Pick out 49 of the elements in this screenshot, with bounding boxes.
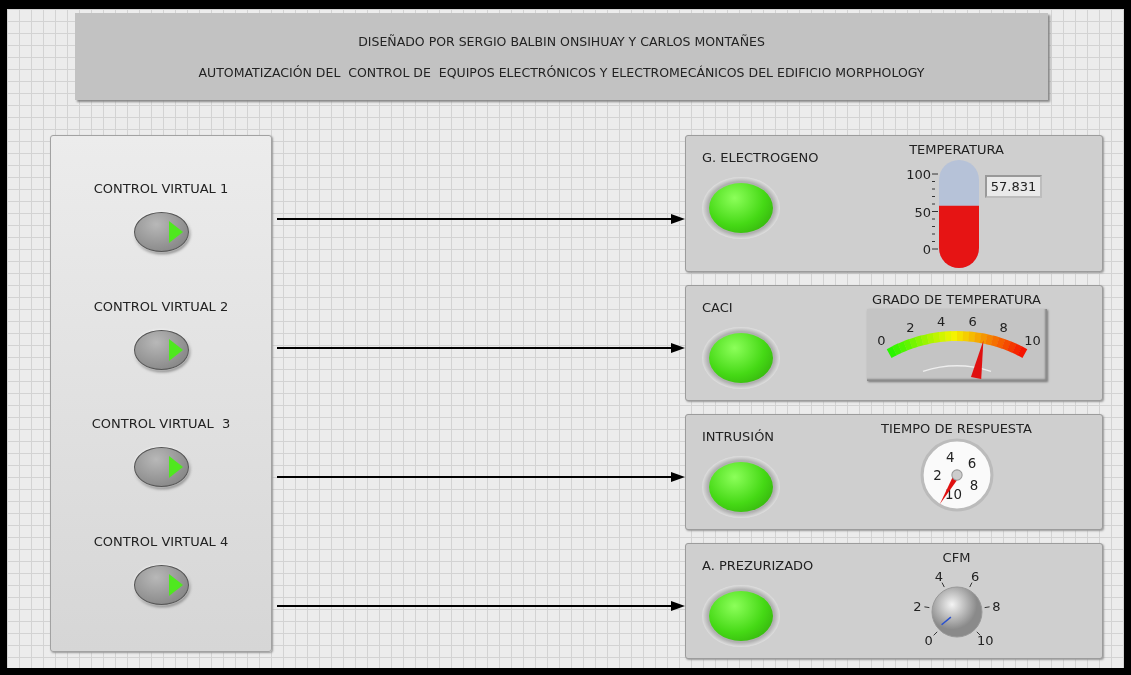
gauge-needle (970, 340, 983, 379)
scale-label: 6 (968, 313, 977, 329)
scale-label: 2 (912, 598, 922, 614)
indicator-title: TEMPERATURA (909, 142, 1004, 157)
banner-text: AUTOMATIZACIÓN DEL CONTROL DE EQUIPOS ELECTRÓNICOS Y ELECTROMECÁNICOS DEL EDIFICIO MORPHOLOGY (198, 64, 925, 80)
scale-label: 0 (924, 633, 933, 649)
scale-label: 0 (876, 332, 885, 348)
control-label: CONTROL VIRTUAL 3 (91, 416, 231, 431)
indicator-label: G. ELECTROGENO (702, 150, 819, 165)
scale-label: 10 (1023, 332, 1041, 348)
indicator-title: GRADO DE TEMPERATURA (872, 292, 1041, 307)
indicator-label: INTRUSIÓN (702, 429, 775, 444)
scale-label: 10 (976, 633, 994, 649)
scale-label: 8 (999, 320, 1008, 336)
toggle-button[interactable] (133, 447, 189, 487)
knob[interactable] (931, 586, 982, 638)
toggle-button[interactable] (133, 212, 189, 252)
temperature-readout: 57.831 (984, 175, 1043, 198)
scale-arc (921, 365, 992, 373)
scale-label: 100 (905, 167, 931, 182)
indicator-title: CFM (942, 550, 971, 565)
toggle-button[interactable] (133, 564, 189, 605)
scale-tick (941, 582, 945, 588)
control-label: CONTROL VIRTUAL 2 (93, 298, 229, 314)
scale-label: 2 (905, 320, 914, 336)
toggle-button[interactable] (133, 329, 189, 370)
scale-tick (975, 631, 981, 636)
scale-label: 50 (914, 204, 931, 220)
scale-label: 0 (922, 242, 931, 257)
scale-label: 6 (967, 455, 976, 471)
scale-tick (932, 631, 938, 636)
scale-label: 6 (970, 569, 979, 585)
scale-tick (923, 606, 930, 609)
scale-tick (968, 582, 972, 588)
scale-label: 4 (945, 449, 955, 465)
dial-hub (950, 469, 963, 481)
knob-marker (940, 616, 952, 626)
scale-label: 8 (991, 598, 1001, 614)
scale-label: 4 (936, 313, 945, 329)
control-label: CONTROL VIRTUAL 4 (93, 533, 229, 549)
banner-text: DISEÑADO POR SERGIO BALBIN ONSIHUAY Y CARLOS MONTAÑES (358, 33, 765, 49)
scale-label: 4 (934, 569, 943, 585)
indicator-label: A. PREZURIZADO (702, 558, 814, 573)
scale-label: 2 (932, 468, 942, 484)
control-label: CONTROL VIRTUAL 1 (93, 181, 229, 196)
indicator-label: CACI (702, 300, 733, 315)
indicator-title: TIEMPO DE RESPUESTA (881, 421, 1032, 436)
scale-tick (983, 606, 990, 609)
scale-label: 8 (969, 477, 978, 493)
